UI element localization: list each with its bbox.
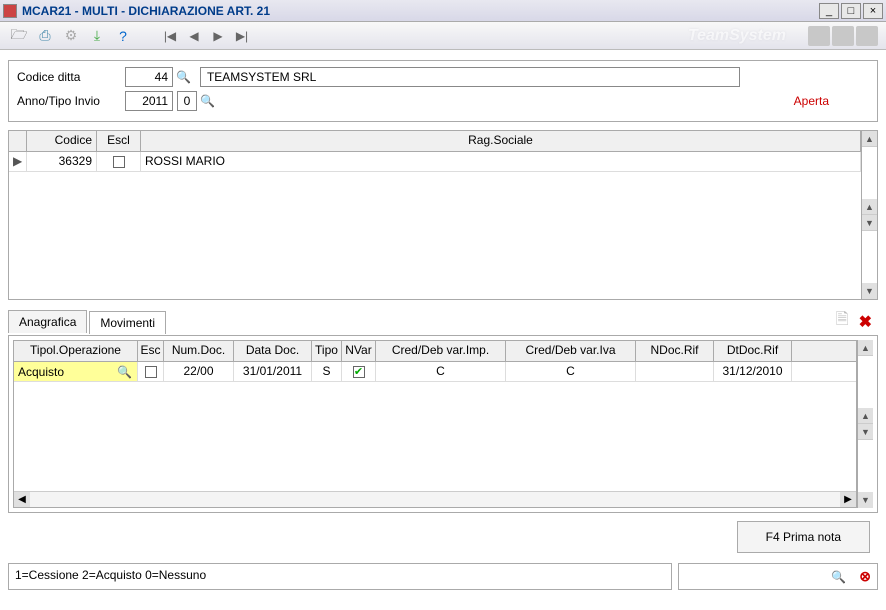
col-creddeb-imp[interactable]: Cred/Deb var.Imp. <box>376 341 506 361</box>
status-delete-icon[interactable]: ⊗ <box>859 568 871 585</box>
search-icon[interactable]: 🔍 <box>200 94 215 108</box>
toolbar: 🗁 ⎙ ⚙ ⤓ ? |◀ ◀ ▶ ▶| TeamSystem <box>0 22 886 50</box>
label-codice-ditta: Codice ditta <box>17 70 125 84</box>
cell-escl[interactable] <box>97 152 141 171</box>
grid-scrollbar[interactable]: ▲ ▲ ▼ ▼ <box>861 131 877 299</box>
horizontal-scrollbar[interactable]: ◀ ▶ <box>14 491 856 507</box>
nav-last-icon[interactable]: ▶| <box>233 27 251 45</box>
cell-datadoc: 31/01/2011 <box>234 362 312 381</box>
tool-right-3[interactable] <box>856 26 878 46</box>
cell-ragsociale: ROSSI MARIO <box>141 152 861 171</box>
tab-anagrafica[interactable]: Anagrafica <box>8 310 87 333</box>
scroll-dndbl-icon[interactable]: ▼ <box>862 215 877 231</box>
cell-dtdocrif: 31/12/2010 <box>714 362 792 381</box>
nav-first-icon[interactable]: |◀ <box>161 27 179 45</box>
row-indicator-icon: ▶ <box>9 152 27 171</box>
col-ndocrif[interactable]: NDoc.Rif <box>636 341 714 361</box>
scroll-left-icon[interactable]: ◀ <box>14 492 30 507</box>
col-ragsociale[interactable]: Rag.Sociale <box>141 131 861 151</box>
search-icon[interactable]: 🔍 <box>176 70 191 84</box>
mov-scrollbar[interactable]: ▲ ▲ ▼ ▼ <box>857 340 873 508</box>
status-aperta: Aperta <box>794 94 869 108</box>
col-tipol[interactable]: Tipol.Operazione <box>14 341 138 361</box>
table-row[interactable]: Acquisto 🔍 22/00 31/01/2011 S C C 31/12/2… <box>14 362 856 382</box>
help-icon[interactable]: ? <box>112 26 134 46</box>
maximize-button[interactable]: □ <box>841 3 861 19</box>
col-codice[interactable]: Codice <box>27 131 97 151</box>
search-icon[interactable]: 🔍 <box>117 365 132 379</box>
scroll-dndbl-icon[interactable]: ▼ <box>858 424 873 440</box>
tool-icon[interactable]: ⚙ <box>60 26 82 46</box>
scroll-up-icon[interactable]: ▲ <box>858 340 873 356</box>
checkbox[interactable] <box>145 366 157 378</box>
status-bar: 1=Cessione 2=Acquisto 0=Nessuno 🔍 ⊗ <box>0 563 886 594</box>
cell-ndocrif <box>636 362 714 381</box>
checkbox-checked[interactable] <box>353 366 365 378</box>
col-esc[interactable]: Esc <box>138 341 164 361</box>
ditta-nome-text: TEAMSYSTEM SRL <box>207 70 316 84</box>
codice-ditta-field[interactable]: 44 <box>125 67 173 87</box>
col-numdoc[interactable]: Num.Doc. <box>164 341 234 361</box>
cell-tipo: S <box>312 362 342 381</box>
export-icon[interactable]: ⤓ <box>86 26 108 46</box>
cell-tipol[interactable]: Acquisto 🔍 <box>14 362 138 381</box>
table-row[interactable]: ▶ 36329 ROSSI MARIO <box>9 152 861 172</box>
open-icon[interactable]: 🗁 <box>8 26 30 46</box>
document-icon[interactable]: 🗎 <box>836 308 849 335</box>
minimize-button[interactable]: _ <box>819 3 839 19</box>
header-panel: Codice ditta 44 🔍 TEAMSYSTEM SRL Anno/Ti… <box>8 60 878 122</box>
tool-right-2[interactable] <box>832 26 854 46</box>
search-icon[interactable]: 🔍 <box>831 570 846 584</box>
col-creddeb-iva[interactable]: Cred/Deb var.Iva <box>506 341 636 361</box>
col-escl[interactable]: Escl <box>97 131 141 151</box>
tabs: Anagrafica Movimenti 🗎 ✖ <box>8 308 878 335</box>
checkbox[interactable] <box>113 156 125 168</box>
scroll-updbl-icon[interactable]: ▲ <box>862 199 877 215</box>
cell-tipol-text: Acquisto <box>18 365 64 379</box>
app-icon <box>3 4 17 18</box>
scroll-updbl-icon[interactable]: ▲ <box>858 408 873 424</box>
scroll-down-icon[interactable]: ▼ <box>862 283 877 299</box>
col-dtdocrif[interactable]: DtDoc.Rif <box>714 341 792 361</box>
cell-numdoc: 22/00 <box>164 362 234 381</box>
delete-icon[interactable]: ✖ <box>859 312 872 332</box>
status-right-panel: 🔍 ⊗ <box>678 563 878 590</box>
col-datadoc[interactable]: Data Doc. <box>234 341 312 361</box>
ditta-nome-field: TEAMSYSTEM SRL <box>200 67 740 87</box>
cell-creddeb-imp: C <box>376 362 506 381</box>
grid-row-selector-header <box>9 131 27 151</box>
cell-codice: 36329 <box>27 152 97 171</box>
scroll-right-icon[interactable]: ▶ <box>840 492 856 507</box>
nav-next-icon[interactable]: ▶ <box>209 27 227 45</box>
label-anno-tipo: Anno/Tipo Invio <box>17 94 125 108</box>
print-icon[interactable]: ⎙ <box>34 26 56 46</box>
cell-esc[interactable] <box>138 362 164 381</box>
movimenti-panel: Tipol.Operazione Esc Num.Doc. Data Doc. … <box>8 335 878 513</box>
tipo-invio-field[interactable]: 0 <box>177 91 197 111</box>
anno-field[interactable]: 2011 <box>125 91 173 111</box>
window-title: MCAR21 - MULTI - DICHIARAZIONE ART. 21 <box>22 4 817 18</box>
tab-movimenti[interactable]: Movimenti <box>89 311 166 334</box>
cell-nvar[interactable] <box>342 362 376 381</box>
close-button[interactable]: × <box>863 3 883 19</box>
prima-nota-button[interactable]: F4 Prima nota <box>737 521 870 553</box>
tool-right-1[interactable] <box>808 26 830 46</box>
scroll-up-icon[interactable]: ▲ <box>862 131 877 147</box>
col-nvar[interactable]: NVar <box>342 341 376 361</box>
window-titlebar: MCAR21 - MULTI - DICHIARAZIONE ART. 21 _… <box>0 0 886 22</box>
scroll-down-icon[interactable]: ▼ <box>858 492 873 508</box>
scroll-track[interactable] <box>30 492 840 507</box>
cell-creddeb-iva: C <box>506 362 636 381</box>
subjects-grid: Codice Escl Rag.Sociale ▶ 36329 ROSSI MA… <box>8 130 878 300</box>
brand-logo: TeamSystem <box>688 27 786 45</box>
col-tipo[interactable]: Tipo <box>312 341 342 361</box>
nav-prev-icon[interactable]: ◀ <box>185 27 203 45</box>
status-hint: 1=Cessione 2=Acquisto 0=Nessuno <box>8 563 672 590</box>
